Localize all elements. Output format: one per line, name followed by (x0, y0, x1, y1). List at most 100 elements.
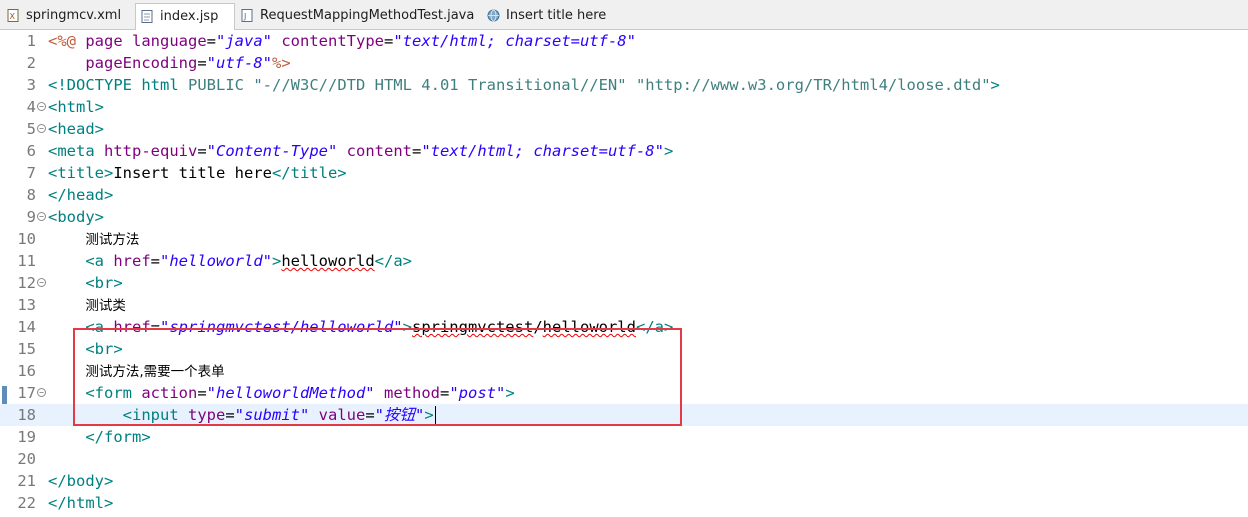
tag: > (663, 142, 674, 160)
xml-file-icon: X (7, 9, 19, 22)
text (48, 340, 85, 358)
text: = (197, 54, 207, 72)
text (48, 296, 85, 314)
code-line[interactable]: 13 测试类 (0, 294, 1248, 316)
code-line[interactable]: 10 测试方法 (0, 228, 1248, 250)
code-line[interactable]: 22 </html> (0, 492, 1248, 514)
code-text: <input type="submit" value="按钮"> (48, 404, 434, 426)
text: = (440, 384, 450, 402)
tag: <a (85, 252, 114, 270)
line-number: 9 (26, 208, 36, 226)
tab-label: RequestMappingMethodTest.java (260, 8, 475, 23)
code-line[interactable]: 4− <html> (0, 96, 1248, 118)
line-number: 11 (17, 252, 36, 270)
code-line[interactable]: 14 <a href="springmvctest/helloworld">sp… (0, 316, 1248, 338)
line-number: 19 (17, 428, 36, 446)
tab-insert-title-here[interactable]: Insert title here (482, 3, 612, 29)
code-line[interactable]: 1 <%@ page language="java" contentType="t… (0, 30, 1248, 52)
code-line[interactable]: 16 测试方法,需要一个表单 (0, 360, 1248, 382)
code-editor[interactable]: 1 <%@ page language="java" contentType="t… (0, 30, 1248, 517)
attribute-value: "java" (216, 32, 272, 50)
code-text: pageEncoding="utf-8"%> (48, 52, 290, 74)
line-number: 18 (17, 406, 36, 424)
code-line[interactable]: 20 (0, 448, 1248, 470)
text: = (384, 32, 394, 50)
tag: <form (85, 384, 142, 402)
svg-text:X: X (10, 12, 16, 21)
tab-requestmappingmethodtest-java[interactable]: J RequestMappingMethodTest.java (236, 3, 474, 29)
attribute-value: "text/html; charset=utf-8" (421, 142, 664, 160)
code-line[interactable]: 15 <br> (0, 338, 1248, 360)
text (48, 274, 85, 292)
tag: > (271, 252, 282, 270)
code-text: <body> (48, 206, 104, 228)
code-line[interactable]: 19 </form> (0, 426, 1248, 448)
tab-label: springmcv.xml (26, 8, 122, 23)
tag: html (141, 76, 188, 94)
code-line[interactable]: 2 pageEncoding="utf-8"%> (0, 52, 1248, 74)
code-line[interactable]: 5− <head> (0, 118, 1248, 140)
tag: </form> (85, 428, 151, 446)
code-text: </body> (48, 470, 113, 492)
fold-toggle-icon[interactable]: − (37, 278, 46, 287)
code-text: <%@ page language="java" contentType="te… (48, 30, 636, 52)
text (309, 406, 318, 424)
fold-toggle-icon[interactable]: − (37, 124, 46, 133)
text-caret (435, 406, 436, 424)
line-number: 4 (26, 98, 36, 116)
text: = (225, 406, 235, 424)
code-line[interactable]: 9− <body> (0, 206, 1248, 228)
text (48, 384, 85, 402)
code-line[interactable]: 21 </body> (0, 470, 1248, 492)
attribute-value: "按钮" (374, 406, 425, 424)
attribute-name: value (318, 406, 366, 424)
text (48, 54, 85, 72)
code-text: <html> (48, 96, 104, 118)
chinese-text: 测试方法,需要一个表单 (85, 364, 225, 380)
tab-springmcv-xml[interactable]: X springmcv.xml (2, 3, 134, 29)
attribute-value: "springmvctest/helloworld" (160, 318, 403, 336)
text: = (206, 32, 216, 50)
code-line[interactable]: 17− <form action="helloworldMethod" meth… (0, 382, 1248, 404)
doctype-text: "http://www.w3.org/TR/html4/loose.dtd" (635, 76, 991, 94)
svg-text:J: J (243, 12, 246, 21)
line-number: 6 (26, 142, 36, 160)
fold-toggle-icon[interactable]: − (37, 102, 46, 111)
code-text: 测试方法,需要一个表单 (48, 360, 225, 383)
tag: <!DOCTYPE (48, 76, 142, 94)
code-line[interactable]: 18 <input type="submit" value="按钮"> (0, 404, 1248, 426)
code-text: <!DOCTYPE html PUBLIC "-//W3C//DTD HTML … (48, 74, 1000, 96)
code-line[interactable]: 8 </head> (0, 184, 1248, 206)
attribute-value: "helloworldMethod" (206, 384, 375, 402)
chinese-text: 测试类 (85, 298, 126, 314)
code-line[interactable]: 11 <a href="helloworld">helloworld</a> (0, 250, 1248, 272)
chinese-text: 测试方法 (85, 232, 140, 248)
tag: <head> (48, 120, 104, 138)
line-number: 12 (17, 274, 36, 292)
code-text: <br> (48, 338, 122, 360)
attribute-name: href (113, 318, 151, 336)
attribute-value: "utf-8" (206, 54, 272, 72)
tag: > (424, 406, 434, 424)
line-number: 15 (17, 340, 36, 358)
text (48, 362, 85, 380)
fold-toggle-icon[interactable]: − (37, 212, 46, 221)
code-text: 测试方法 (48, 228, 139, 251)
text (48, 318, 85, 336)
attribute-name: type (187, 406, 226, 424)
text (48, 406, 123, 424)
code-text: <br> (48, 272, 122, 294)
tag: </a> (635, 318, 674, 336)
line-number: 14 (17, 318, 36, 336)
attribute-value: "text/html; charset=utf-8" (393, 32, 636, 50)
tag: > (990, 76, 1000, 94)
tab-index-jsp[interactable]: index.jsp (135, 3, 235, 31)
fold-toggle-icon[interactable]: − (37, 388, 46, 397)
code-text: </head> (48, 184, 113, 206)
code-line[interactable]: 12− <br> (0, 272, 1248, 294)
code-line[interactable]: 3 <!DOCTYPE html PUBLIC "-//W3C//DTD HTML… (0, 74, 1248, 96)
code-line[interactable]: 6 <meta http-equiv="Content-Type" content… (0, 140, 1248, 162)
attribute-value: "submit" (234, 406, 310, 424)
attribute-value: "post" (449, 384, 506, 402)
code-line[interactable]: 7 <title>Insert title here</title> (0, 162, 1248, 184)
